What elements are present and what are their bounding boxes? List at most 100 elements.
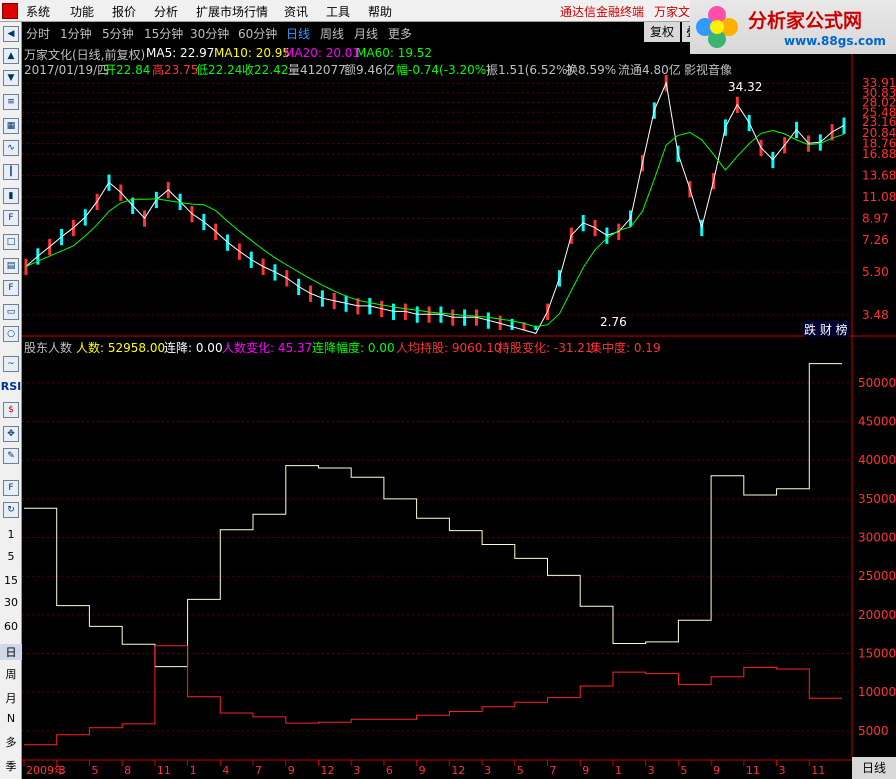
- fuquan-button[interactable]: 复权: [644, 22, 680, 42]
- up-arrow-icon[interactable]: ▲: [3, 48, 19, 64]
- grid-icon[interactable]: ▦: [3, 118, 19, 134]
- tab-week[interactable]: 周线: [320, 25, 344, 42]
- period-week-button[interactable]: 周: [0, 666, 22, 682]
- ma60-label: MA60: 19.52: [356, 46, 433, 60]
- ma60-line: [25, 129, 845, 328]
- menu-analysis[interactable]: 分析: [154, 3, 178, 20]
- float-label: 流通4.80亿: [618, 63, 681, 77]
- down-arrow-icon[interactable]: ▼: [3, 70, 19, 86]
- left-toolbar: ◀ ▲ ▼ ≡ ▦ ∿ ┃ ▮ F □ ▤ F ▭ ○ ~ RSI $ ✥ ✎ …: [0, 22, 22, 779]
- period-5min-button[interactable]: 5: [0, 550, 22, 563]
- calendar-icon[interactable]: ▤: [3, 258, 19, 274]
- x-tick-label: 6: [386, 764, 393, 777]
- x-tick-label: 9: [419, 764, 426, 777]
- drop-range-label: 连降幅度: 0.00: [312, 341, 395, 355]
- ma20-label: MA20: 20.01: [284, 46, 361, 60]
- tab-30min[interactable]: 30分钟: [190, 25, 229, 42]
- line-chart-icon[interactable]: ∿: [3, 140, 19, 156]
- tab-5min[interactable]: 5分钟: [102, 25, 134, 42]
- circle-icon[interactable]: ○: [3, 326, 19, 342]
- f12-icon[interactable]: F: [3, 280, 19, 296]
- menu-quote[interactable]: 报价: [112, 3, 136, 20]
- main-y-tick: 7.26: [862, 233, 889, 247]
- x-tick-label: 5: [517, 764, 524, 777]
- tab-60min[interactable]: 60分钟: [238, 25, 277, 42]
- dollar-icon[interactable]: $: [3, 402, 19, 418]
- rsi-button[interactable]: RSI: [0, 380, 22, 393]
- menu-ext-market[interactable]: 扩展市场行情: [196, 3, 268, 20]
- period-day-button[interactable]: 日: [0, 644, 22, 660]
- period-60min-button[interactable]: 60: [0, 620, 22, 633]
- tab-1min[interactable]: 1分钟: [60, 25, 92, 42]
- news-icon[interactable]: □: [3, 234, 19, 250]
- x-tick-label: 5: [91, 764, 98, 777]
- menu-help[interactable]: 帮助: [368, 3, 392, 20]
- main-y-tick: 8.97: [862, 212, 889, 226]
- pencil-icon[interactable]: ✎: [3, 448, 19, 464]
- stock-title: 万家文: [654, 5, 691, 19]
- indicator-wave-icon[interactable]: ~: [3, 356, 19, 372]
- volume-label: 量412077: [288, 63, 346, 77]
- x-tick-label: 9: [713, 764, 720, 777]
- refresh-icon[interactable]: ↻: [3, 502, 19, 518]
- tab-day[interactable]: 日线: [286, 25, 310, 42]
- consecutive-drop-label: 连降: 0.00: [164, 341, 223, 355]
- x-tick-label: 3: [484, 764, 491, 777]
- x-tick-label: 12: [451, 764, 465, 777]
- back-arrow-icon[interactable]: ◀: [3, 26, 19, 42]
- period-tabs: 分时 1分钟 5分钟 15分钟 30分钟 60分钟 日线 周线 月线 更多: [22, 22, 702, 44]
- indicator-y-tick: 20000: [858, 608, 896, 622]
- x-tick-label: 11: [157, 764, 171, 777]
- x-tick-label: 7: [550, 764, 557, 777]
- tab-15min[interactable]: 15分钟: [144, 25, 183, 42]
- document-icon[interactable]: ▭: [3, 304, 19, 320]
- industry-label: 影视音像: [684, 63, 733, 77]
- turnover-label: 换8.59%: [566, 63, 617, 77]
- f5-icon[interactable]: F: [3, 480, 19, 496]
- tab-month[interactable]: 月线: [354, 25, 378, 42]
- main-chart-series: [24, 75, 846, 334]
- concentration-label: 集中度: 0.19: [590, 341, 661, 355]
- period-30min-button[interactable]: 30: [0, 596, 22, 609]
- menu-system[interactable]: 系统: [26, 3, 50, 20]
- f10-icon[interactable]: F: [3, 210, 19, 226]
- menu-tools[interactable]: 工具: [326, 3, 350, 20]
- bar-chart-icon[interactable]: ▮: [3, 188, 19, 204]
- x-tick-label: 5: [680, 764, 687, 777]
- avg-holding-line: [24, 645, 842, 746]
- ma10-label: MA10: 20.95: [214, 46, 291, 60]
- period-multi-button[interactable]: 多: [0, 734, 22, 750]
- tab-fenshi[interactable]: 分时: [26, 25, 50, 42]
- period-month-button[interactable]: 月: [0, 690, 22, 706]
- holding-change-label: 持股变化: -31.21: [498, 341, 593, 355]
- finance-tab[interactable]: 跌 财 榜: [804, 321, 850, 337]
- x-tick-label: 4: [222, 764, 229, 777]
- brand-title: 分析家公式网: [748, 10, 863, 32]
- kline-icon[interactable]: ┃: [3, 164, 19, 180]
- x-tick-label: 9: [288, 764, 295, 777]
- annotation-low: 2.76: [600, 315, 627, 329]
- period-15min-button[interactable]: 15: [0, 574, 22, 587]
- date-x-axis: 2009年3 5 8 11 1 4 7 9 12 3 6 9 12 3 5 7 9 1 3 5 9 11 3 11: [22, 759, 852, 777]
- indicator-y-tick: 30000: [858, 531, 896, 545]
- period-n-button[interactable]: N: [0, 712, 22, 725]
- menu-function[interactable]: 功能: [70, 3, 94, 20]
- date-label: 2017/01/19/四: [24, 63, 110, 77]
- change-label: 幅-0.74(-3.20%): [396, 63, 491, 77]
- period-indicator-day[interactable]: 日线: [852, 757, 896, 779]
- period-season-button[interactable]: 季: [0, 758, 22, 774]
- chart-canvas: 33.9130.8328.0225.4823.1620.8418.7616.88…: [22, 44, 896, 777]
- indicator-chart-y-axis: 50000 45000 40000 35000 30000 25000 20000 15000…: [858, 376, 896, 738]
- holders-label: 人数: 52958.00: [76, 341, 166, 355]
- move-cross-icon[interactable]: ✥: [3, 426, 19, 442]
- tab-more[interactable]: 更多: [388, 25, 412, 42]
- annotation-high: 34.32: [728, 80, 762, 94]
- high-label: 高23.75: [152, 63, 199, 77]
- period-1min-button[interactable]: 1: [0, 528, 22, 541]
- quote-list-icon[interactable]: ≡: [3, 94, 19, 110]
- menu-news[interactable]: 资讯: [284, 3, 308, 20]
- main-y-tick: 11.08: [862, 190, 896, 204]
- main-y-tick: 3.48: [862, 308, 889, 322]
- indicator-y-tick: 45000: [858, 415, 896, 429]
- watermark-brand: 分析家公式网 www.88gs.com: [690, 0, 896, 54]
